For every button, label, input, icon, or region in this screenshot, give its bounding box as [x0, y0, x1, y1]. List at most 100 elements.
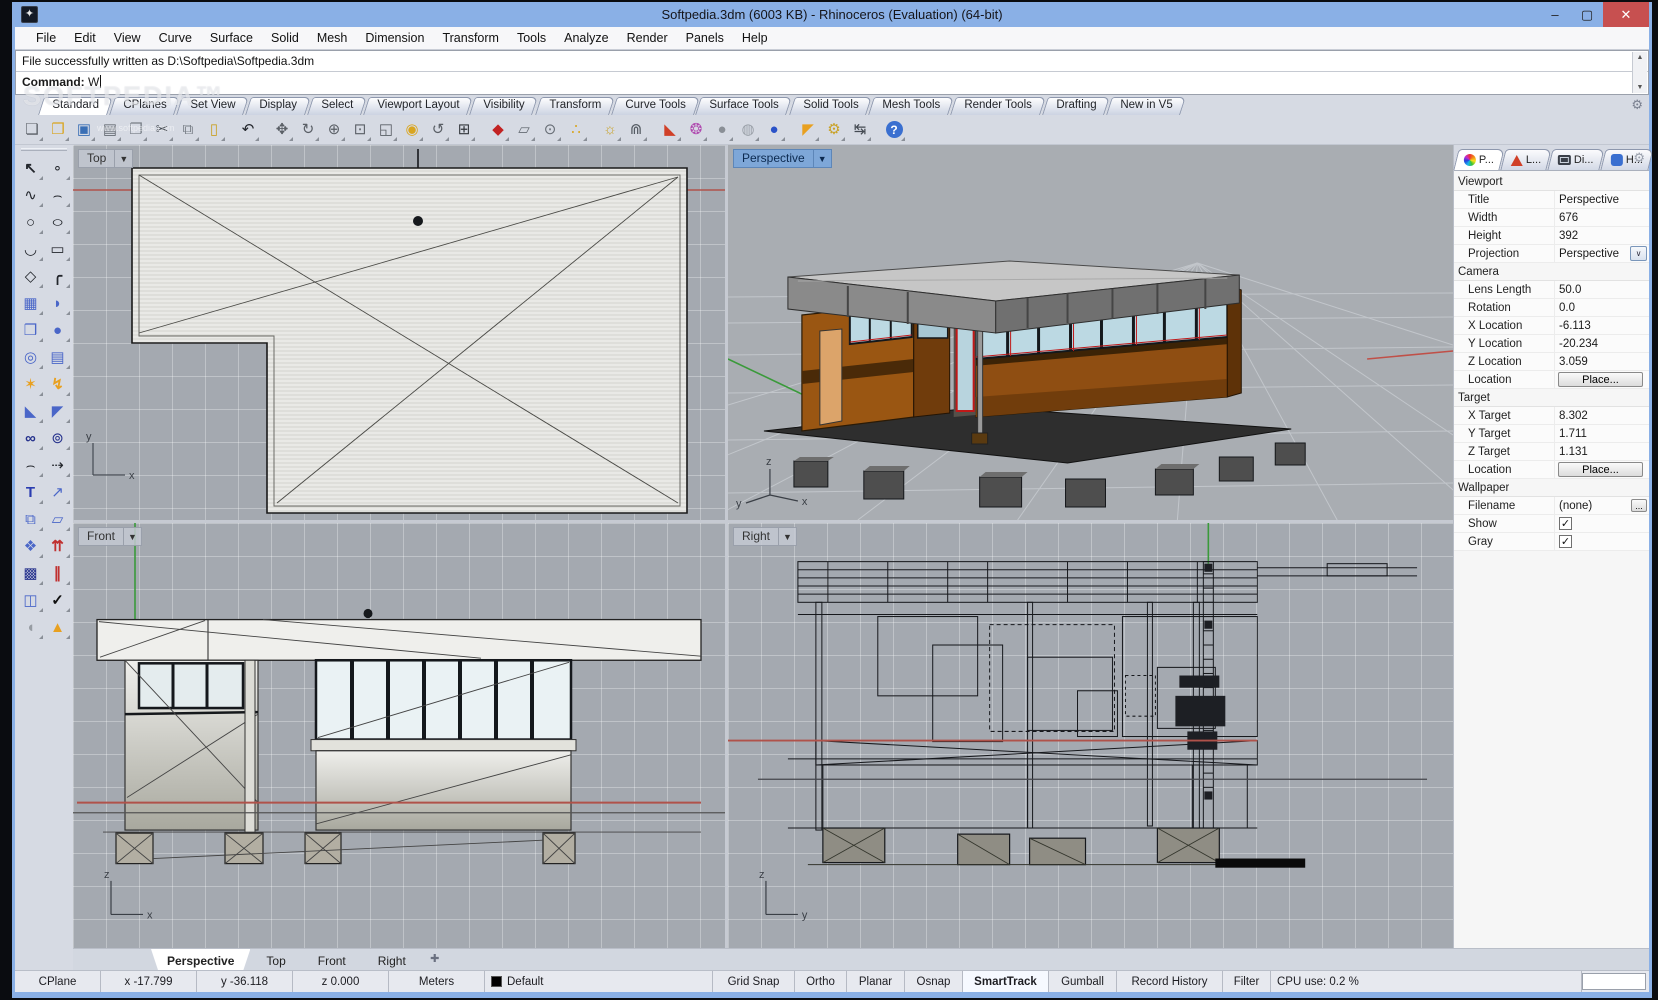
toolbar-tab[interactable]: Transform — [535, 97, 615, 115]
browse-button[interactable]: ... — [1631, 499, 1647, 512]
explode-icon[interactable]: ✶ — [18, 371, 44, 397]
viewport-right[interactable]: z y Right ▼ — [728, 523, 1453, 948]
menu-item[interactable]: Help — [733, 29, 777, 47]
chevron-down-icon[interactable]: ▼ — [779, 527, 797, 546]
page-tab-right[interactable]: Right — [362, 949, 422, 970]
toolbar-tab[interactable]: Curve Tools — [611, 97, 699, 115]
chevron-down-icon[interactable]: ▼ — [814, 149, 832, 168]
toolbar-tab[interactable]: Solid Tools — [789, 97, 872, 115]
viewport-top[interactable]: y x Top ▼ — [73, 145, 725, 520]
ghosted-sphere-icon[interactable]: ◍ — [736, 118, 760, 142]
panel-tab-display[interactable]: Di... — [1548, 149, 1605, 170]
viewport-front[interactable]: z x Front ▼ — [73, 523, 725, 948]
property-value[interactable]: 676 676 — [1554, 209, 1649, 226]
property-value[interactable]: 8.302 8.302 — [1554, 407, 1649, 424]
color-wheel-icon[interactable]: ❂ — [684, 118, 708, 142]
property-value[interactable]: Place... Place... — [1554, 461, 1649, 478]
chevron-down-icon[interactable]: ▼ — [115, 149, 133, 168]
status-layer[interactable]: Default — [485, 971, 713, 992]
chevron-down-icon[interactable]: ▼ — [124, 527, 142, 546]
circle-tool-icon[interactable]: ○ — [18, 209, 44, 235]
primitives-icon[interactable]: ◖ — [18, 614, 44, 640]
scroll-down-icon[interactable]: ▼ — [1637, 82, 1644, 93]
curved-surface-icon[interactable]: ◗ — [45, 290, 71, 316]
ellipse-tool-icon[interactable]: ○ — [45, 209, 71, 235]
panel-tab-help[interactable]: H... — [1600, 149, 1653, 170]
page-tab-perspective[interactable]: Perspective — [151, 949, 250, 970]
menu-item[interactable]: View — [105, 29, 150, 47]
toolbar-tab[interactable]: CPlanes — [109, 97, 180, 115]
panel-tab-properties[interactable]: P... — [1453, 149, 1504, 170]
property-value[interactable]: (none) (none) ... — [1554, 497, 1649, 514]
front-view-drawing[interactable]: z x — [73, 523, 725, 948]
menu-item[interactable]: File — [27, 29, 65, 47]
extend-curve-icon[interactable]: ⇢ — [45, 452, 71, 478]
close-button[interactable]: ✕ — [1603, 2, 1649, 27]
status-cpu[interactable]: CPU use: 0.2 % — [1271, 971, 1582, 992]
help-icon[interactable]: ? — [882, 118, 906, 142]
split-icon[interactable]: ◤ — [45, 398, 71, 424]
options-gear-icon[interactable]: ⚙ — [822, 118, 846, 142]
pan-hand-icon[interactable]: ✥ — [270, 118, 294, 142]
rotate-view-icon[interactable]: ↻ — [296, 118, 320, 142]
cut-icon[interactable]: ✂ — [150, 118, 174, 142]
maximize-button[interactable]: ▢ — [1571, 2, 1603, 27]
zoom-window-icon[interactable]: ⊡ — [348, 118, 372, 142]
shaded-sphere-icon[interactable]: ● — [710, 118, 734, 142]
property-value[interactable]: Perspective Perspective — [1554, 191, 1649, 208]
menu-item[interactable]: Panels — [677, 29, 733, 47]
arc3pt-tool-icon[interactable]: ◡ — [18, 236, 44, 262]
status-extra[interactable] — [1582, 973, 1646, 990]
explode-flash-icon[interactable]: ↯ — [45, 371, 71, 397]
place-button[interactable]: Place... — [1558, 372, 1643, 387]
command-input[interactable]: Command: W — [16, 72, 1648, 94]
property-value[interactable]: 1.711 1.711 — [1554, 425, 1649, 442]
curve-fillet-icon[interactable]: ╭ — [45, 263, 71, 289]
panel-gear-icon[interactable]: ⚙ — [1633, 150, 1645, 166]
scale-tool-icon[interactable]: ↗ — [45, 479, 71, 505]
paste-icon[interactable]: ▯ — [202, 118, 226, 142]
mesh-surface-icon[interactable]: ▤ — [45, 344, 71, 370]
viewport-title-perspective[interactable]: Perspective ▼ — [733, 149, 832, 168]
viewport-title-front[interactable]: Front ▼ — [78, 527, 142, 546]
menu-item[interactable]: Curve — [150, 29, 201, 47]
viewport-layout-icon[interactable]: ⊞ — [452, 118, 476, 142]
status-units[interactable]: Meters — [389, 971, 485, 992]
cplane-icon[interactable]: ▱ — [512, 118, 536, 142]
spotlight-icon[interactable]: ◤ — [796, 118, 820, 142]
polygon-tool-icon[interactable]: ◇ — [18, 263, 44, 289]
property-value[interactable]: 0.0 0.0 — [1554, 299, 1649, 316]
page-tab-top[interactable]: Top — [250, 949, 301, 970]
rectangle-tool-icon[interactable]: ▭ — [45, 236, 71, 262]
save-icon[interactable]: ▣ — [72, 118, 96, 142]
named-view-car-icon[interactable]: ◆ — [486, 118, 510, 142]
menu-item[interactable]: Mesh — [308, 29, 357, 47]
menu-item[interactable]: Render — [618, 29, 677, 47]
array-linear-icon[interactable]: ∥ — [45, 560, 71, 586]
solid-edit-icon[interactable]: ❖ — [18, 533, 44, 559]
minimize-button[interactable]: – — [1539, 2, 1571, 27]
copy-file-icon[interactable]: ❐ — [124, 118, 148, 142]
property-value[interactable]: 50.0 50.0 — [1554, 281, 1649, 298]
property-value[interactable] — [1554, 533, 1649, 550]
status-gumball[interactable]: Gumball — [1049, 971, 1117, 992]
toolbar-tab[interactable]: Drafting — [1042, 97, 1110, 115]
top-view-drawing[interactable]: y x — [73, 145, 725, 520]
copy-icon[interactable]: ⧉ — [176, 118, 200, 142]
menu-item[interactable]: Solid — [262, 29, 308, 47]
toolbar-tab[interactable]: Standard — [38, 97, 113, 115]
toolbar-tab[interactable]: New in V5 — [1106, 97, 1186, 115]
print-icon[interactable]: ▤ — [98, 118, 122, 142]
solid-cylinder-icon[interactable]: ◎ — [18, 344, 44, 370]
boolean-difference-icon[interactable]: ⊚ — [45, 425, 71, 451]
place-button[interactable]: Place... — [1558, 462, 1643, 477]
status-filter[interactable]: Filter — [1223, 971, 1271, 992]
render-cone-icon[interactable]: ◣ — [658, 118, 682, 142]
check-objects-icon[interactable]: ✓ — [45, 587, 71, 613]
toolbar-tab[interactable]: Set View — [176, 97, 249, 115]
menu-item[interactable]: Tools — [508, 29, 555, 47]
status-osnap[interactable]: Osnap — [905, 971, 963, 992]
property-value[interactable]: 3.059 3.059 — [1554, 353, 1649, 370]
array-grid-icon[interactable]: ▩ — [18, 560, 44, 586]
menu-item[interactable]: Transform — [433, 29, 508, 47]
